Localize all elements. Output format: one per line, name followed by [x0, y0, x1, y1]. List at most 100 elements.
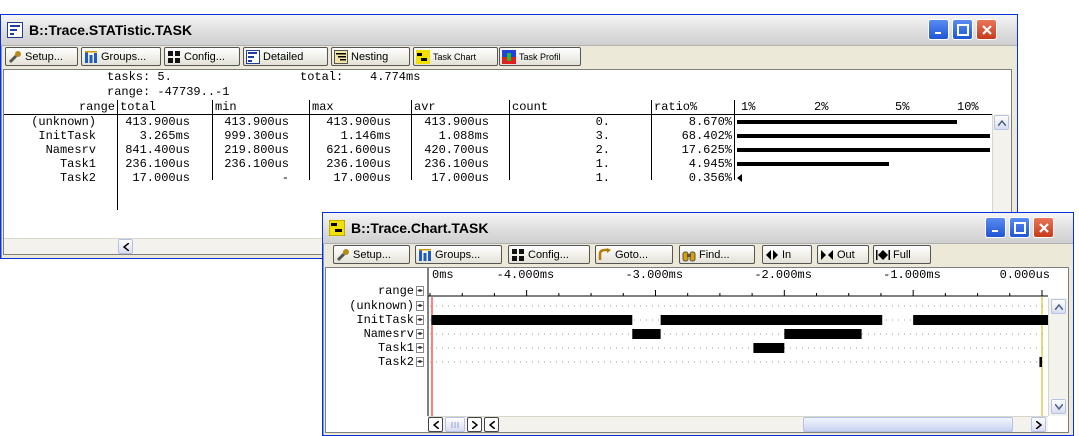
row-total: 17.000us	[132, 171, 190, 185]
row-max: 1.146ms	[340, 129, 391, 143]
chart-scroll-down-button[interactable]	[1051, 399, 1066, 414]
col-total[interactable]: total	[120, 100, 156, 114]
zoom-out-button[interactable]: Out	[817, 245, 869, 264]
zoom-full-icon	[876, 248, 890, 262]
ratio-bar	[737, 174, 742, 182]
row-min: 236.100us	[224, 157, 289, 171]
chart-scroll-thumb[interactable]	[445, 417, 465, 432]
zoom-in-button[interactable]: In	[762, 245, 812, 264]
stat-row[interactable]: Task2 17.000us - 17.000us 17.000us 1. 0.356%	[4, 171, 992, 185]
chart-horizontal-scrollbar[interactable]	[428, 416, 1048, 432]
row-ratio: 17.625%	[681, 143, 732, 157]
row-total: 3.265ms	[139, 129, 190, 143]
stat-row[interactable]: (unknown) 413.900us 413.900us 413.900us 413.…	[4, 115, 992, 129]
chart-groups-button[interactable]: Groups...	[415, 245, 502, 264]
row-max: 17.000us	[333, 171, 391, 185]
row-count: 1.	[595, 171, 610, 185]
total-label: total:	[300, 70, 344, 84]
row-count: 3.	[595, 129, 610, 143]
setup-label: Setup...	[25, 50, 63, 63]
row-range: (unknown)	[31, 115, 96, 129]
row-ratio: 0.356%	[688, 171, 732, 185]
minimize-button[interactable]	[928, 19, 949, 40]
stat-row[interactable]: Task1 236.100us 236.100us 236.100us 236.100u…	[4, 157, 992, 171]
ratio-bar	[737, 162, 889, 166]
scroll-up-button[interactable]	[994, 115, 1009, 130]
total-value: 4.774ms	[370, 70, 421, 84]
config-icon	[167, 50, 181, 64]
task-segment	[784, 329, 862, 339]
chart-scroll-left-button-2[interactable]	[484, 417, 499, 432]
find-button[interactable]: Find...	[679, 245, 755, 264]
stat-window-icon	[7, 22, 23, 38]
row-avr: 236.100us	[424, 157, 489, 171]
chart-scroll-right-button[interactable]	[467, 417, 482, 432]
chart-config-button[interactable]: Config...	[508, 245, 590, 264]
chart-config-label: Config...	[528, 248, 569, 261]
ratio-bar	[737, 148, 990, 152]
row-min: 219.800us	[224, 143, 289, 157]
chart-scroll-thumb-main[interactable]	[803, 417, 1013, 432]
task-chart-icon	[416, 49, 430, 64]
chart-vertical-scrollbar[interactable]	[1048, 298, 1068, 416]
close-button[interactable]	[976, 19, 997, 40]
maximize-button[interactable]	[952, 19, 973, 40]
chart-window-title: B::Trace.Chart.TASK	[351, 220, 489, 236]
chart-scroll-right-button-2[interactable]	[1031, 417, 1046, 432]
task-chart[interactable]	[326, 268, 1068, 432]
col-max[interactable]: max	[312, 100, 334, 114]
nesting-icon	[334, 49, 348, 64]
chart-scroll-left-button[interactable]	[428, 417, 443, 432]
setup-button[interactable]: Setup...	[5, 47, 78, 66]
config-button[interactable]: Config...	[164, 47, 240, 66]
col-count[interactable]: count	[512, 100, 548, 114]
col-min[interactable]: min	[215, 100, 237, 114]
row-avr: 1.088ms	[438, 129, 489, 143]
ratio-bar	[737, 120, 957, 124]
goto-label: Goto...	[615, 248, 649, 261]
row-count: 0.	[595, 115, 610, 129]
col-ratio[interactable]: ratio%	[654, 100, 697, 114]
wrench-icon	[8, 50, 22, 64]
scroll-left-button[interactable]	[118, 239, 133, 254]
chart-maximize-button[interactable]	[1009, 217, 1030, 238]
stat-row[interactable]: Namesrv 841.400us 219.800us 621.600us 420.70…	[4, 143, 992, 157]
task-chart-button[interactable]: Task Chart	[413, 47, 498, 66]
task-segment	[431, 315, 633, 325]
row-range: InitTask	[38, 129, 96, 143]
nesting-button[interactable]: Nesting	[331, 47, 410, 66]
binoculars-icon	[682, 248, 696, 262]
col-range[interactable]: range	[79, 100, 115, 114]
stat-titlebar[interactable]: B::Trace.STATistic.TASK	[1, 15, 1017, 46]
task-segment	[753, 343, 785, 353]
config-icon	[511, 248, 525, 262]
row-min: 413.900us	[224, 115, 289, 129]
row-count: 1.	[595, 157, 610, 171]
row-avr: 420.700us	[424, 143, 489, 157]
goto-button[interactable]: Goto...	[595, 245, 673, 264]
chart-setup-button[interactable]: Setup...	[333, 245, 410, 264]
groups-button[interactable]: Groups...	[81, 47, 161, 66]
chart-minimize-button[interactable]	[985, 217, 1006, 238]
task-segment	[1039, 357, 1042, 367]
scale-10pct: 10%	[957, 100, 979, 114]
stat-rows: (unknown) 413.900us 413.900us 413.900us 413.…	[4, 115, 992, 195]
goto-icon	[598, 247, 612, 262]
row-avr: 413.900us	[424, 115, 489, 129]
row-ratio: 8.670%	[688, 115, 732, 129]
chart-scroll-up-button[interactable]	[1051, 299, 1066, 314]
chart-panel: 0ms -4.000ms -3.000ms -2.000ms -1.000ms 0.000…	[325, 267, 1069, 433]
row-range: Task1	[59, 157, 96, 171]
task-profile-button[interactable]: Task Profil	[499, 47, 581, 66]
zoom-full-button[interactable]: Full	[873, 245, 931, 264]
row-max: 236.100us	[326, 157, 391, 171]
chart-toolbar: Setup... Groups... Config... Goto... Fin…	[325, 244, 1071, 266]
chart-close-button[interactable]	[1033, 217, 1054, 238]
chart-titlebar[interactable]: B::Trace.Chart.TASK	[323, 213, 1073, 244]
ratio-bar	[737, 134, 990, 138]
col-avr[interactable]: avr	[414, 100, 436, 114]
zoom-out-icon	[820, 248, 834, 262]
row-range: Task2	[59, 171, 96, 185]
detailed-button[interactable]: Detailed	[243, 47, 328, 66]
stat-row[interactable]: InitTask 3.265ms 999.300us 1.146ms 1.088ms 3.…	[4, 129, 992, 143]
